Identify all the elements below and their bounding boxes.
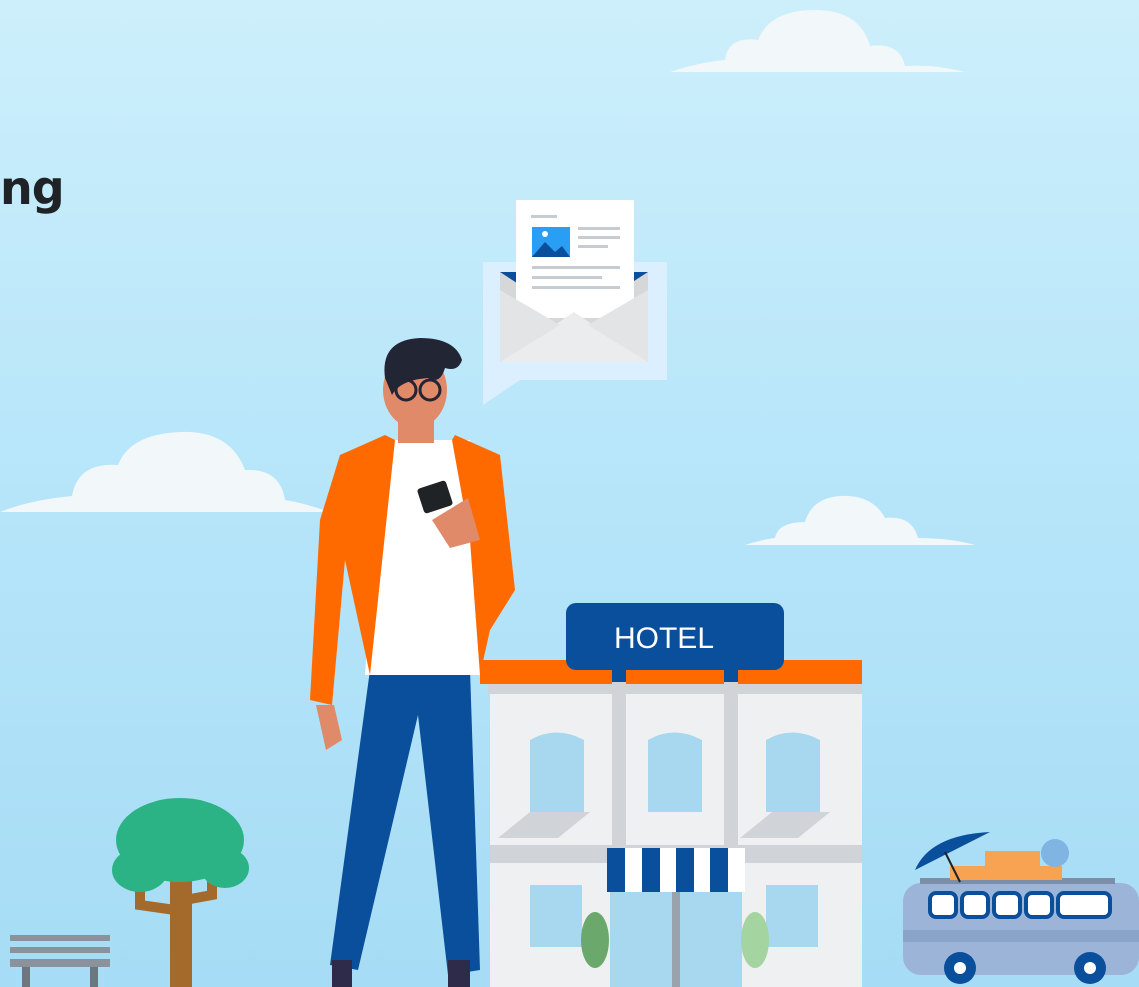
beach-ball-icon [1041, 839, 1069, 867]
hotel-sign: HOTEL [614, 622, 714, 655]
bench-icon [10, 935, 110, 987]
cloud-icon [745, 495, 975, 545]
cloud-icon [0, 431, 330, 512]
cloud-icon [670, 10, 965, 72]
tree-icon [112, 798, 249, 987]
envelope-icon [483, 200, 667, 405]
scene-illustration: HOTEL [0, 10, 1139, 987]
hotel-awning [607, 848, 745, 892]
hotel-building [480, 603, 862, 987]
van-icon [903, 878, 1139, 984]
